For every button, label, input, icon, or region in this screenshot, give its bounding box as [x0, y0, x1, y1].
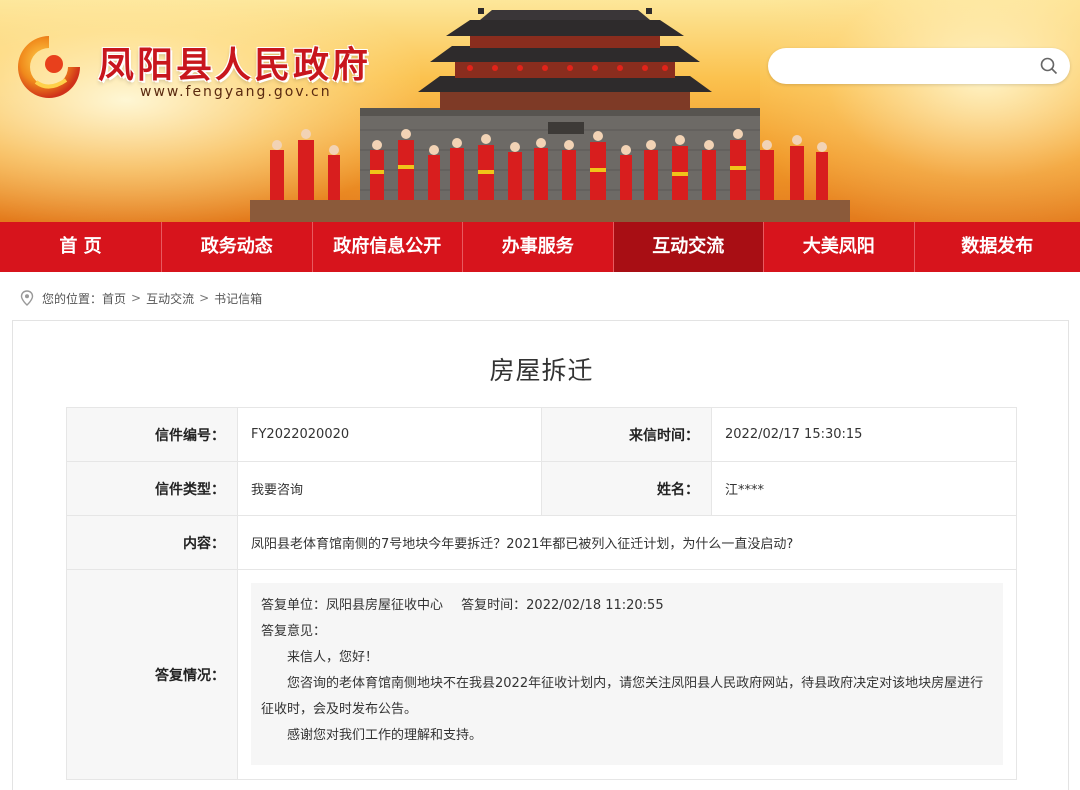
location-pin-icon: [20, 290, 34, 306]
letter-type-value: 我要咨询: [238, 462, 542, 516]
nav-item-services[interactable]: 办事服务: [463, 222, 614, 272]
breadcrumb-mailbox[interactable]: 书记信箱: [214, 290, 262, 307]
reply-meta: 答复单位：凤阳县房屋征收中心 答复时间：2022/02/18 11:20:55: [261, 593, 993, 619]
breadcrumb-separator: >: [131, 291, 141, 305]
reply-body: 您咨询的老体育馆南侧地块不在我县2022年征收计划内，请您关注凤阳县人民政府网站…: [261, 671, 993, 723]
table-row: 信件编号： FY2022020020 来信时间： 2022/02/17 15:3…: [67, 408, 1017, 462]
search-icon[interactable]: [1040, 57, 1058, 75]
reply-label: 答复情况：: [67, 570, 238, 780]
search-input[interactable]: [782, 54, 1032, 78]
breadcrumb-separator: >: [199, 291, 209, 305]
letter-details-table: 信件编号： FY2022020020 来信时间： 2022/02/17 15:3…: [66, 407, 1017, 780]
site-logo-icon[interactable]: [14, 32, 84, 102]
reply-thanks: 感谢您对我们工作的理解和支持。: [261, 723, 993, 749]
main-nav: 首 页 政务动态 政府信息公开 办事服务 互动交流 大美凤阳 数据发布: [0, 222, 1080, 272]
reply-time: 答复时间：2022/02/18 11:20:55: [461, 598, 663, 613]
page-title: 房屋拆迁: [13, 351, 1070, 387]
nav-item-interaction[interactable]: 互动交流: [614, 222, 765, 272]
nav-item-news[interactable]: 政务动态: [162, 222, 313, 272]
reply-opinion-label: 答复意见：: [261, 619, 993, 645]
reply-block: 答复单位：凤阳县房屋征收中心 答复时间：2022/02/18 11:20:55 …: [251, 583, 1003, 765]
breadcrumb-interaction[interactable]: 互动交流: [146, 290, 194, 307]
breadcrumb-prefix: 您的位置：: [42, 290, 102, 307]
letter-time-label: 来信时间：: [542, 408, 712, 462]
content-label: 内容：: [67, 516, 238, 570]
reply-cell: 答复单位：凤阳县房屋征收中心 答复时间：2022/02/18 11:20:55 …: [238, 570, 1017, 780]
content-value: 凤阳县老体育馆南侧的7号地块今年要拆迁？2021年都已被列入征迁计划，为什么一直…: [238, 516, 1017, 570]
letter-number-label: 信件编号：: [67, 408, 238, 462]
table-row: 内容： 凤阳县老体育馆南侧的7号地块今年要拆迁？2021年都已被列入征迁计划，为…: [67, 516, 1017, 570]
nav-item-fengyang[interactable]: 大美凤阳: [764, 222, 915, 272]
search-box: [768, 48, 1070, 84]
reply-unit: 答复单位：凤阳县房屋征收中心: [261, 598, 443, 613]
letter-time-value: 2022/02/17 15:30:15: [712, 408, 1017, 462]
breadcrumb: 您的位置： 首页 > 互动交流 > 书记信箱: [20, 288, 262, 308]
letter-type-label: 信件类型：: [67, 462, 238, 516]
sender-name-label: 姓名：: [542, 462, 712, 516]
table-row: 信件类型： 我要咨询 姓名： 江****: [67, 462, 1017, 516]
nav-item-gov-info[interactable]: 政府信息公开: [313, 222, 464, 272]
sender-name-value: 江****: [712, 462, 1017, 516]
letter-number-value: FY2022020020: [238, 408, 542, 462]
city-gate-illustration: [250, 0, 850, 222]
reply-greeting: 来信人，您好！: [261, 645, 993, 671]
nav-item-data[interactable]: 数据发布: [915, 222, 1080, 272]
letter-panel: 房屋拆迁 信件编号： FY2022020020 来信时间： 2022/02/17…: [12, 320, 1069, 790]
table-row: 答复情况： 答复单位：凤阳县房屋征收中心 答复时间：2022/02/18 11:…: [67, 570, 1017, 780]
nav-item-home[interactable]: 首 页: [0, 222, 162, 272]
breadcrumb-home[interactable]: 首页: [102, 290, 126, 307]
header-banner: 凤阳县人民政府 www.fengyang.gov.cn: [0, 0, 1080, 222]
